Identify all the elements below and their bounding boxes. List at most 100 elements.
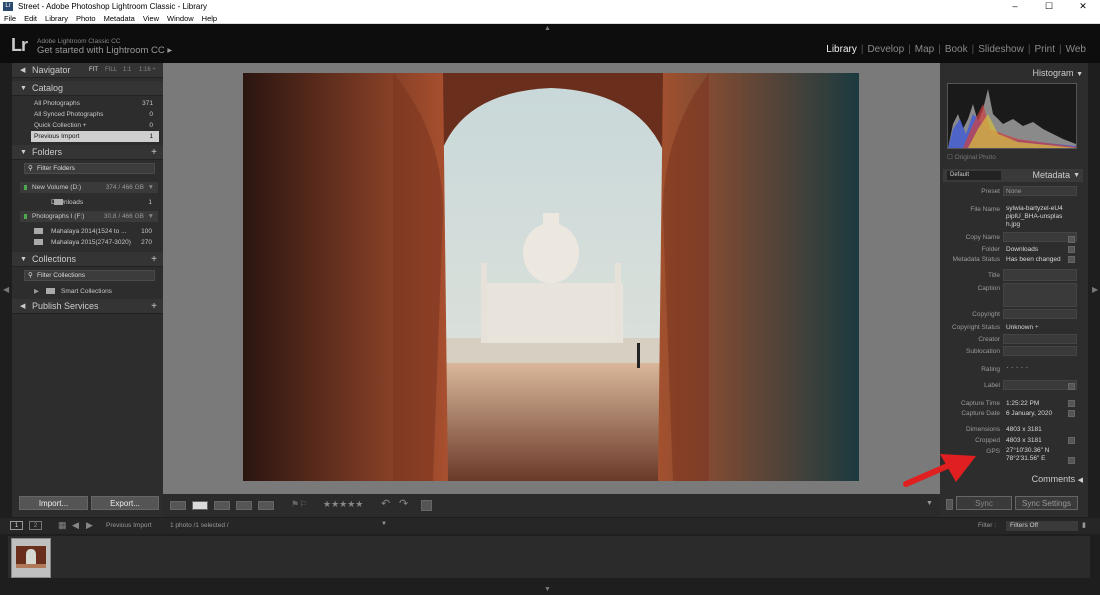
- grid-view-icon[interactable]: [170, 501, 186, 510]
- menu-metadata[interactable]: Metadata: [104, 13, 135, 23]
- source-dropdown-icon[interactable]: ▼: [381, 521, 387, 527]
- zoom-1-1[interactable]: 1:1: [123, 63, 131, 78]
- survey-view-icon[interactable]: [236, 501, 252, 510]
- rotate-right-icon[interactable]: ↷: [399, 497, 408, 510]
- comments-header[interactable]: Comments ◀: [943, 474, 1083, 484]
- export-button[interactable]: Export...: [91, 496, 159, 510]
- catalog-item-quick-collection[interactable]: Quick Collection + 0: [31, 120, 159, 131]
- label-field[interactable]: [1003, 380, 1077, 390]
- metadata-header[interactable]: Default Metadata ▼: [943, 169, 1083, 182]
- module-library[interactable]: Library: [822, 44, 861, 55]
- sync-button[interactable]: Sync: [956, 496, 1012, 510]
- histogram-header[interactable]: Histogram ▼: [943, 68, 1083, 78]
- bottom-panel-toggle-icon[interactable]: ▼: [544, 586, 551, 593]
- menu-edit[interactable]: Edit: [24, 13, 37, 23]
- gps-map-action-icon[interactable]: [1068, 457, 1075, 464]
- menu-photo[interactable]: Photo: [76, 13, 96, 23]
- metadata-preset-dropdown[interactable]: Default: [947, 171, 1001, 180]
- module-slideshow[interactable]: Slideshow: [974, 44, 1028, 55]
- filmstrip-thumbnail[interactable]: [11, 538, 51, 578]
- add-folder-icon[interactable]: +: [151, 145, 157, 160]
- title-field[interactable]: [1003, 269, 1077, 281]
- smart-collections-item[interactable]: ▶ Smart Collections: [20, 286, 158, 297]
- toolbar-dropdown-icon[interactable]: ▼: [926, 500, 933, 507]
- dropdown-icon[interactable]: ▼: [148, 182, 154, 193]
- filmstrip-source[interactable]: Previous Import: [106, 522, 152, 529]
- add-publish-service-icon[interactable]: +: [151, 299, 157, 314]
- filter-select[interactable]: Filters Off: [1006, 521, 1078, 531]
- folder-item-mahalaya-2014[interactable]: Mahalaya 2014(1524 to ... 100: [20, 226, 158, 237]
- primary-window-button[interactable]: 1: [10, 521, 23, 530]
- capture-date-action-icon[interactable]: [1068, 410, 1075, 417]
- forward-arrow-icon[interactable]: ▶: [86, 520, 93, 531]
- minimize-button[interactable]: –: [998, 0, 1032, 13]
- caption-field[interactable]: [1003, 283, 1077, 307]
- volume-photographs[interactable]: Photographs I (F:) 30.8 / 466 GB ▼: [20, 211, 158, 222]
- module-web[interactable]: Web: [1062, 44, 1090, 55]
- sync-toggle-icon[interactable]: [946, 499, 953, 510]
- loupe-view-icon[interactable]: [192, 501, 208, 510]
- zoom-fit[interactable]: FIT: [89, 63, 98, 78]
- menu-window[interactable]: Window: [167, 13, 194, 23]
- crop-action-icon[interactable]: [1068, 437, 1075, 444]
- menu-library[interactable]: Library: [45, 13, 68, 23]
- rating-stars[interactable]: ★★★★★: [323, 499, 363, 510]
- zoom-ratio[interactable]: 1:16 ÷: [139, 63, 156, 78]
- people-view-icon[interactable]: [258, 501, 274, 510]
- rotate-left-icon[interactable]: ↶: [381, 497, 390, 510]
- module-map[interactable]: Map: [911, 44, 938, 55]
- catalog-item-previous-import[interactable]: Previous Import 1: [31, 131, 159, 142]
- compare-view-icon[interactable]: [214, 501, 230, 510]
- filter-collections-input[interactable]: ⚲ Filter Collections: [24, 270, 155, 281]
- sublocation-field[interactable]: [1003, 346, 1077, 356]
- publish-services-header[interactable]: ◀ Publish Services +: [12, 299, 163, 314]
- copy-name-action-icon[interactable]: [1068, 236, 1075, 243]
- collections-header[interactable]: ▼ Collections +: [12, 252, 163, 267]
- filmstrip[interactable]: [8, 536, 1090, 578]
- maximize-button[interactable]: ☐: [1032, 0, 1066, 13]
- copyright-field[interactable]: [1003, 309, 1077, 319]
- folder-item-downloads[interactable]: Downloads 1: [20, 197, 158, 208]
- menu-help[interactable]: Help: [202, 13, 217, 23]
- rating-dots[interactable]: · · · · ·: [1006, 364, 1068, 372]
- dropdown-icon[interactable]: ▼: [148, 211, 154, 222]
- filter-lock-icon[interactable]: ▮: [1082, 521, 1086, 529]
- creator-field[interactable]: [1003, 334, 1077, 344]
- catalog-item-all-synced[interactable]: All Synced Photographs 0: [31, 109, 159, 120]
- add-collection-icon[interactable]: +: [151, 252, 157, 267]
- module-develop[interactable]: Develop: [863, 44, 908, 55]
- status-action-icon[interactable]: [1068, 256, 1075, 263]
- module-print[interactable]: Print: [1030, 44, 1059, 55]
- top-panel-toggle-icon[interactable]: ▲: [544, 25, 551, 32]
- folder-action-icon[interactable]: [1068, 246, 1075, 253]
- crop-overlay-icon[interactable]: [421, 500, 432, 511]
- close-button[interactable]: ✕: [1066, 0, 1100, 13]
- flag-icon[interactable]: ⚑⚐: [291, 499, 307, 510]
- catalog-header[interactable]: ▼ Catalog: [12, 81, 163, 96]
- main-photo[interactable]: [243, 73, 859, 481]
- back-arrow-icon[interactable]: ◀: [72, 520, 79, 531]
- navigator-header[interactable]: ◀ Navigator FIT FILL 1:1 1:16 ÷: [12, 63, 163, 78]
- left-panel-toggle-icon[interactable]: ◀: [3, 285, 9, 294]
- sync-settings-button[interactable]: Sync Settings: [1015, 496, 1078, 510]
- import-button[interactable]: Import...: [19, 496, 88, 510]
- module-book[interactable]: Book: [941, 44, 972, 55]
- capture-time-action-icon[interactable]: [1068, 400, 1075, 407]
- catalog-item-all-photographs[interactable]: All Photographs 371: [31, 98, 159, 109]
- file-name-field[interactable]: sylwia-bartyzel-eU4piplU_BHA-unsplash.jp…: [1006, 205, 1066, 229]
- right-panel-toggle-icon[interactable]: ▶: [1092, 285, 1098, 294]
- folder-item-mahalaya-2015[interactable]: Mahalaya 2015(2747-3020) 270: [20, 237, 158, 248]
- menu-file[interactable]: File: [4, 13, 16, 23]
- original-photo-toggle[interactable]: ☐ Original Photo: [947, 153, 996, 161]
- menu-view[interactable]: View: [143, 13, 159, 23]
- zoom-fill[interactable]: FILL: [105, 63, 117, 78]
- filter-folders-input[interactable]: ⚲ Filter Folders: [24, 163, 155, 174]
- get-started-link[interactable]: Get started with Lightroom CC ▸: [37, 45, 172, 56]
- label-action-icon[interactable]: [1068, 383, 1075, 390]
- folders-header[interactable]: ▼ Folders +: [12, 145, 163, 160]
- grid-icon[interactable]: ▦: [58, 520, 67, 531]
- volume-new-volume[interactable]: New Volume (D:) 374 / 466 GB ▼: [20, 182, 158, 193]
- copy-name-field[interactable]: [1003, 232, 1077, 242]
- secondary-window-button[interactable]: 2: [29, 521, 42, 530]
- copyright-status-select[interactable]: Unknown ÷: [1006, 324, 1068, 332]
